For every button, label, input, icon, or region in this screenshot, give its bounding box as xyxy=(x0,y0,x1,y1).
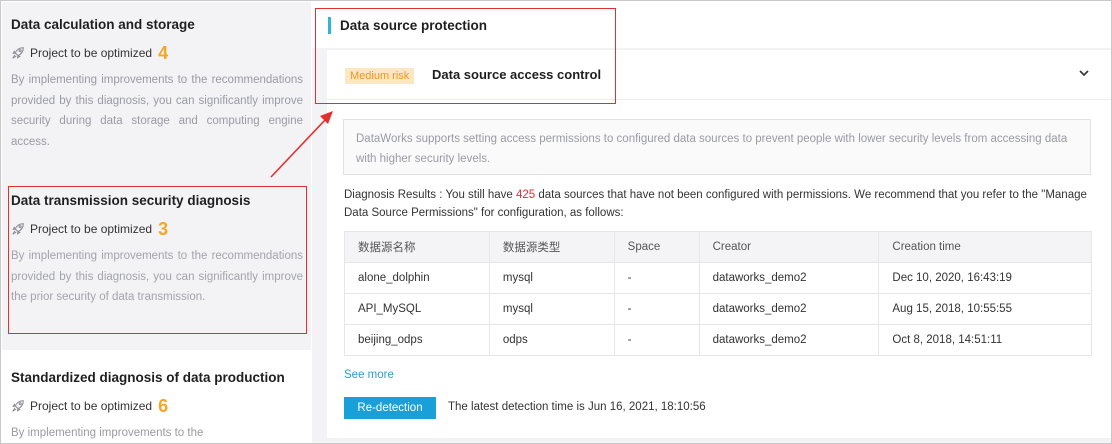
data-source-table: 数据源名称 数据源类型 Space Creator Creation time … xyxy=(344,231,1092,356)
diagnosis-results: Diagnosis Results : You still have 425 d… xyxy=(344,186,1094,222)
pending-count: 6 xyxy=(158,396,169,416)
diagnosis-card-storage[interactable]: Data calculation and storage Project to … xyxy=(2,2,311,174)
table-cell: - xyxy=(613,324,700,356)
status-label: Project to be optimized xyxy=(30,399,153,413)
table-cell: odps xyxy=(488,324,615,356)
highlight-box-risk xyxy=(315,8,616,104)
table-cell: mysql xyxy=(488,293,615,325)
risk-panel: Medium risk Data source access control D… xyxy=(327,50,1111,438)
diagnosis-text-pre: You still have xyxy=(445,189,513,201)
highlight-box-transmission xyxy=(8,186,307,334)
chevron-down-icon[interactable] xyxy=(1077,66,1091,80)
table-cell: mysql xyxy=(488,262,615,294)
card-title: Data calculation and storage xyxy=(11,17,195,32)
table-cell: dataworks_demo2 xyxy=(698,262,880,294)
table-cell: alone_dolphin xyxy=(344,262,490,294)
table-cell: - xyxy=(613,262,700,294)
table-row: API_MySQL mysql - dataworks_demo2 Aug 15… xyxy=(344,293,1092,325)
status-label: Project to be optimized xyxy=(30,46,153,60)
diagnosis-label: Diagnosis Results : xyxy=(344,189,443,201)
card-title: Standardized diagnosis of data productio… xyxy=(11,370,285,385)
table-row: beijing_odps odps - dataworks_demo2 Oct … xyxy=(344,324,1092,356)
table-cell: - xyxy=(613,293,700,325)
table-header-row: 数据源名称 数据源类型 Space Creator Creation time xyxy=(344,231,1092,263)
re-detection-button[interactable]: Re-detection xyxy=(344,397,436,419)
rocket-icon xyxy=(12,400,24,412)
table-cell: dataworks_demo2 xyxy=(698,293,880,325)
card-description: By implementing improvements to the reco… xyxy=(11,74,303,148)
latest-detection-time: The latest detection time is Jun 16, 202… xyxy=(448,401,706,413)
rocket-icon xyxy=(12,47,24,59)
table-cell: Oct 8, 2018, 14:51:11 xyxy=(878,324,1092,356)
screenshot-frame: Data calculation and storage Project to … xyxy=(0,0,1112,444)
table-row: alone_dolphin mysql - dataworks_demo2 De… xyxy=(344,262,1092,294)
diagnosis-card-production[interactable]: Standardized diagnosis of data productio… xyxy=(2,350,311,443)
table-cell: API_MySQL xyxy=(344,293,490,325)
optimize-status: Project to be optimized 6 xyxy=(11,395,303,417)
info-box: DataWorks supports setting access permis… xyxy=(343,119,1091,175)
column-header: Creation time xyxy=(878,231,1092,263)
column-header: 数据源名称 xyxy=(344,231,490,263)
column-header: Creator xyxy=(698,231,880,263)
table-cell: dataworks_demo2 xyxy=(698,324,880,356)
pending-count: 4 xyxy=(158,43,169,63)
table-cell: beijing_odps xyxy=(344,324,490,356)
table-cell: Dec 10, 2020, 16:43:19 xyxy=(878,262,1092,294)
table-cell: Aug 15, 2018, 10:55:55 xyxy=(878,293,1092,325)
column-header: 数据源类型 xyxy=(488,231,615,263)
unconfigured-count: 425 xyxy=(515,189,536,201)
card-description: By implementing improvements to the xyxy=(11,427,204,439)
optimize-status: Project to be optimized 4 xyxy=(11,42,303,64)
see-more-link[interactable]: See more xyxy=(344,369,394,381)
column-header: Space xyxy=(613,231,700,263)
